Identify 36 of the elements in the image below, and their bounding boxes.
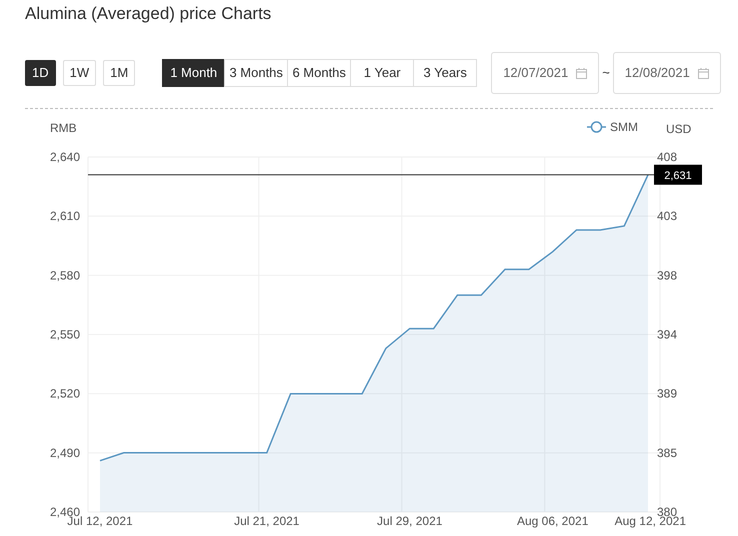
range-tab[interactable]: 6 Months bbox=[287, 59, 352, 87]
tick-label: 385 bbox=[657, 446, 678, 460]
range-tab[interactable]: 3 Years bbox=[413, 59, 478, 87]
axis-label: RMB bbox=[50, 121, 77, 135]
range-tab[interactable]: 3 Months bbox=[224, 59, 288, 87]
calendar-icon bbox=[698, 68, 709, 78]
tick-label: Aug 06, 2021 bbox=[517, 514, 588, 528]
legend-label: SMM bbox=[610, 120, 638, 134]
interval-button[interactable]: 1W bbox=[62, 60, 96, 86]
value-label: 2,631 bbox=[664, 170, 692, 182]
axis-label: USD bbox=[666, 122, 692, 136]
tick-label: 408 bbox=[657, 150, 678, 164]
interval-button[interactable]: 1D bbox=[25, 60, 56, 86]
tick-label: 2,460 bbox=[50, 505, 80, 519]
tick-label: 398 bbox=[657, 268, 678, 282]
date-field[interactable]: 12/07/2021 bbox=[491, 52, 600, 94]
interval-button[interactable]: 1M bbox=[103, 60, 136, 86]
tick-label: 2,610 bbox=[50, 209, 80, 224]
page-title: Alumina (Averaged) price Charts bbox=[25, 3, 272, 25]
value-tag bbox=[654, 164, 702, 185]
range-tab[interactable]: 1 Year bbox=[350, 59, 414, 87]
date-field[interactable]: 12/08/2021 bbox=[612, 52, 721, 94]
tick-label: 2,520 bbox=[50, 386, 80, 401]
tick-label: 389 bbox=[657, 386, 678, 401]
range-tab[interactable]: 1 Month bbox=[162, 59, 226, 87]
tick-label: Jul 21, 2021 bbox=[234, 514, 300, 528]
tick-label: 2,640 bbox=[50, 150, 80, 164]
legend-icon bbox=[587, 121, 606, 133]
date-separator: ~ bbox=[602, 64, 610, 82]
tick-label: Jul 29, 2021 bbox=[377, 514, 442, 528]
tick-label: 2,550 bbox=[50, 328, 80, 342]
tick-label: 403 bbox=[657, 209, 678, 224]
tick-label: 394 bbox=[657, 328, 678, 342]
calendar-icon bbox=[576, 68, 588, 78]
tick-label: 2,490 bbox=[50, 446, 80, 460]
tick-label: 2,580 bbox=[50, 268, 80, 282]
